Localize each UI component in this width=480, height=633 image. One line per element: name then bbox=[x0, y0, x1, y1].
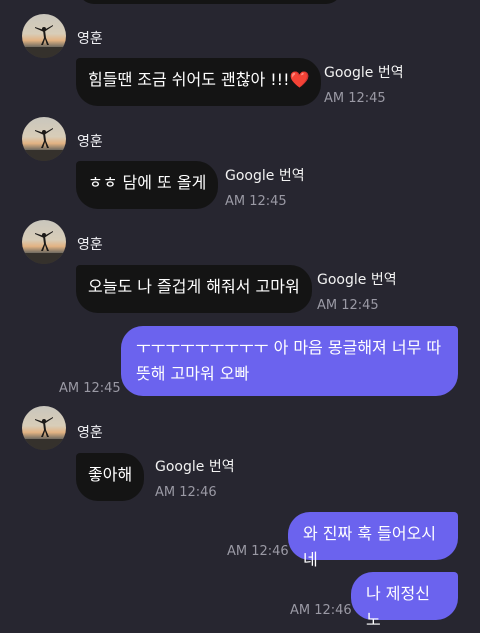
message-timestamp: AM 12:45 bbox=[225, 194, 287, 209]
outgoing-message-bubble[interactable]: 나 제정신 노 bbox=[351, 572, 458, 629]
message-text: 힘들땐 조금 쉬어도 괜찮아 !!! bbox=[88, 70, 290, 89]
message-timestamp: AM 12:46 bbox=[155, 485, 217, 500]
incoming-message-bubble[interactable]: 오늘도 나 즐겁게 해줘서 고마워 bbox=[76, 265, 312, 313]
message-timestamp: AM 12:46 bbox=[227, 544, 289, 559]
avatar-photo-icon bbox=[22, 14, 66, 58]
message-text: 좋아해 bbox=[88, 465, 133, 484]
sender-name: 영훈 bbox=[77, 31, 103, 47]
google-translate-button[interactable]: Google 번역 bbox=[225, 165, 305, 185]
message-text: ㅎㅎ 담에 또 올게 bbox=[88, 173, 207, 192]
message-timestamp: AM 12:45 bbox=[317, 298, 379, 313]
previous-message-bubble bbox=[78, 0, 342, 4]
sender-avatar[interactable] bbox=[22, 220, 66, 264]
google-translate-button[interactable]: Google 번역 bbox=[324, 62, 404, 82]
outgoing-message-bubble[interactable]: ㅜㅜㅜㅜㅜㅜㅜㅜㅜ 아 마음 몽글해져 너무 따뜻해 고마워 오빠 bbox=[121, 326, 458, 396]
google-translate-button[interactable]: Google 번역 bbox=[155, 456, 235, 476]
incoming-message-bubble[interactable]: 좋아해 bbox=[76, 453, 145, 501]
avatar-photo-icon bbox=[22, 406, 66, 450]
message-text: 나 제정신 노 bbox=[366, 584, 430, 629]
incoming-message-bubble[interactable]: ㅎㅎ 담에 또 올게 bbox=[76, 161, 219, 209]
sender-name: 영훈 bbox=[77, 425, 103, 441]
sender-name: 영훈 bbox=[77, 134, 103, 150]
message-text: 와 진짜 훅 들어오시네 bbox=[303, 524, 437, 569]
google-translate-button[interactable]: Google 번역 bbox=[317, 269, 397, 289]
incoming-message-bubble[interactable]: 힘들땐 조금 쉬어도 괜찮아 !!!❤️ bbox=[76, 58, 322, 106]
sender-name: 영훈 bbox=[77, 237, 103, 253]
message-timestamp: AM 12:46 bbox=[290, 603, 352, 618]
sender-avatar[interactable] bbox=[22, 14, 66, 58]
message-text: 오늘도 나 즐겁게 해줘서 고마워 bbox=[88, 277, 300, 296]
message-timestamp: AM 12:45 bbox=[59, 381, 121, 396]
avatar-photo-icon bbox=[22, 117, 66, 161]
heart-icon: ❤️ bbox=[289, 70, 310, 89]
avatar-photo-icon bbox=[22, 220, 66, 264]
sender-avatar[interactable] bbox=[22, 406, 66, 450]
message-text: ㅜㅜㅜㅜㅜㅜㅜㅜㅜ 아 마음 몽글해져 너무 따뜻해 고마워 오빠 bbox=[136, 338, 442, 383]
message-timestamp: AM 12:45 bbox=[324, 91, 386, 106]
sender-avatar[interactable] bbox=[22, 117, 66, 161]
outgoing-message-bubble[interactable]: 와 진짜 훅 들어오시네 bbox=[288, 512, 458, 569]
